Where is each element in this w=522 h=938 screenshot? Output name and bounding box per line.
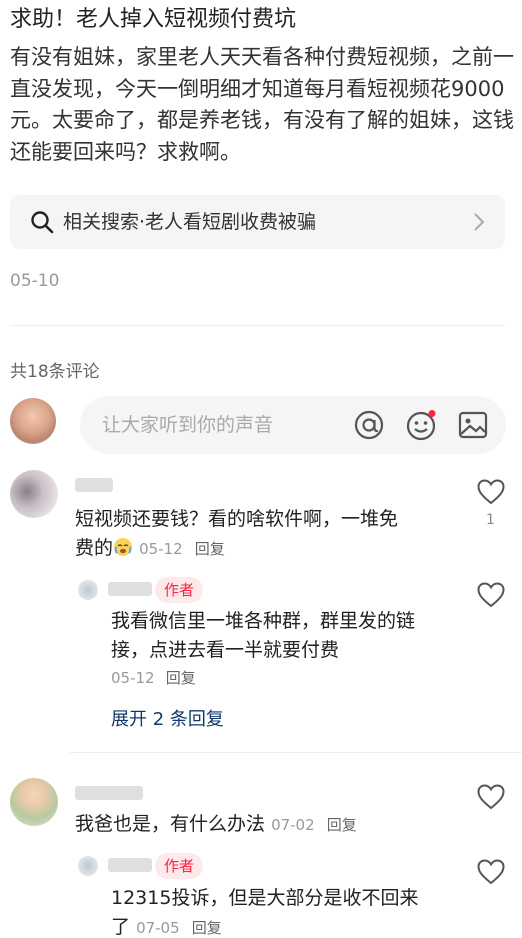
comment-text-line: 我爸也是，有什么办法 bbox=[75, 813, 266, 835]
reply-button[interactable]: 回复 bbox=[327, 816, 357, 834]
commenter-name-blurred[interactable] bbox=[75, 478, 113, 492]
comment-body: 我爸也是，有什么办法 07-02 回复 bbox=[75, 810, 475, 840]
reply-button[interactable]: 回复 bbox=[192, 919, 222, 937]
comment-body: 短视频还要钱？看的啥软件啊，一堆免 费的 05-12 回复 bbox=[75, 505, 475, 564]
comment-date: 05-12 bbox=[139, 540, 183, 558]
image-icon[interactable] bbox=[457, 409, 489, 441]
current-user-avatar[interactable] bbox=[10, 398, 56, 444]
like-heart-icon[interactable] bbox=[477, 859, 505, 885]
expand-replies-button[interactable]: 展开 2 条回复 bbox=[111, 705, 224, 731]
comment-text-line: 短视频还要钱？看的啥软件啊，一堆免 bbox=[75, 508, 399, 530]
reply-text-line: 12315投诉，但是大部分是收不回来 bbox=[111, 887, 419, 909]
post-body: 有没有姐妹，家里老人天天看各种付费短视频，之前一直没发现，今天一倒明细才知道每月… bbox=[10, 45, 514, 164]
emoji-icon[interactable] bbox=[405, 409, 437, 441]
commenter-name-blurred[interactable] bbox=[75, 786, 143, 800]
reply-meta: 05-12 回复 bbox=[111, 667, 196, 688]
related-search-chip[interactable]: 相关搜索·老人看短剧收费被骗 bbox=[10, 195, 505, 249]
author-name-blurred[interactable] bbox=[108, 858, 152, 872]
post-title: 求助！老人掉入短视频付费坑 bbox=[10, 7, 297, 32]
reply-text-line: 了 bbox=[111, 916, 131, 938]
like-count: 1 bbox=[486, 512, 495, 528]
comment-text-line: 费的 bbox=[75, 537, 114, 559]
comment-input[interactable] bbox=[102, 410, 342, 440]
reply-text-line: 接，点进去看一半就要付费 bbox=[111, 639, 340, 661]
chevron-right-icon bbox=[474, 213, 485, 231]
search-icon bbox=[31, 211, 54, 234]
like-heart-icon[interactable] bbox=[477, 784, 505, 810]
post-date: 05-10 bbox=[10, 271, 60, 291]
reply-date: 05-12 bbox=[111, 669, 155, 687]
reply-body: 12315投诉，但是大部分是收不回来 了 07-05 回复 bbox=[111, 884, 471, 938]
crying-face-emoji-icon bbox=[114, 538, 133, 556]
commenter-avatar[interactable] bbox=[10, 778, 58, 826]
author-avatar[interactable] bbox=[78, 580, 98, 600]
commenter-avatar[interactable] bbox=[10, 470, 58, 518]
author-badge: 作者 bbox=[155, 577, 204, 603]
related-search-label: 相关搜索·老人看短剧收费被骗 bbox=[63, 211, 317, 233]
comment-input-box[interactable] bbox=[80, 396, 506, 454]
reply-text-line: 我看微信里一堆各种群，群里发的链 bbox=[111, 610, 416, 632]
author-badge: 作者 bbox=[155, 853, 204, 879]
author-name-blurred[interactable] bbox=[108, 582, 152, 596]
reply-button[interactable]: 回复 bbox=[195, 540, 225, 558]
at-icon[interactable] bbox=[353, 409, 385, 441]
divider bbox=[70, 752, 522, 753]
like-heart-icon[interactable] bbox=[477, 479, 505, 505]
reply-body: 我看微信里一堆各种群，群里发的链 接，点进去看一半就要付费 bbox=[111, 607, 471, 665]
reply-date: 07-05 bbox=[136, 919, 180, 937]
reply-button[interactable]: 回复 bbox=[166, 669, 196, 687]
comment-count: 共18条评论 bbox=[10, 362, 100, 382]
divider bbox=[10, 325, 505, 326]
author-avatar[interactable] bbox=[78, 856, 98, 876]
comment-date: 07-02 bbox=[271, 816, 315, 834]
like-heart-icon[interactable] bbox=[477, 582, 505, 608]
